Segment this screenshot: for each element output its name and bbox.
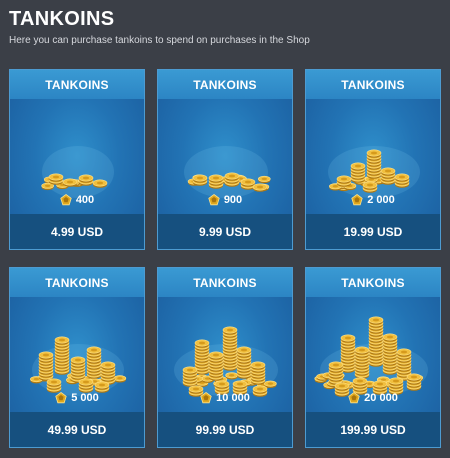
package-price[interactable]: 4.99 USD xyxy=(10,214,144,249)
package-card-900[interactable]: TANKOINS 900 9.99 USD xyxy=(157,69,293,250)
tankoin-icon xyxy=(60,194,72,206)
tankoin-icon xyxy=(351,194,363,206)
package-price[interactable]: 99.99 USD xyxy=(158,412,292,447)
page-header: TANKOINS Here you can purchase tankoins … xyxy=(9,8,441,47)
package-amount: 400 xyxy=(10,194,144,206)
package-card-400[interactable]: TANKOINS 400 4.99 USD xyxy=(9,69,145,250)
package-label: TANKOINS xyxy=(158,70,292,99)
package-amount: 10 000 xyxy=(158,392,292,404)
package-label: TANKOINS xyxy=(10,268,144,297)
package-price[interactable]: 19.99 USD xyxy=(306,214,440,249)
package-card-2000[interactable]: TANKOINS 2 000 19.99 USD xyxy=(305,69,441,250)
package-amount-value: 400 xyxy=(75,194,95,206)
package-card-10000[interactable]: TANKOINS 10 000 99.99 USD xyxy=(157,267,293,448)
package-amount: 2 000 xyxy=(306,194,440,206)
tankoin-icon xyxy=(55,392,67,404)
tankoin-packages-grid: TANKOINS 400 4.99 USD TANKOINS 900 9.99 … xyxy=(9,69,441,448)
package-price[interactable]: 9.99 USD xyxy=(158,214,292,249)
tankoin-icon xyxy=(348,392,360,404)
package-amount-value: 10 000 xyxy=(216,392,250,404)
tankoin-icon xyxy=(200,392,212,404)
package-amount: 900 xyxy=(158,194,292,206)
package-label: TANKOINS xyxy=(10,70,144,99)
package-amount-value: 2 000 xyxy=(367,194,395,206)
package-amount: 5 000 xyxy=(10,392,144,404)
package-label: TANKOINS xyxy=(306,268,440,297)
package-price[interactable]: 199.99 USD xyxy=(306,412,440,447)
package-card-20000[interactable]: TANKOINS 20 000 199.99 USD xyxy=(305,267,441,448)
tankoin-icon xyxy=(208,194,220,206)
package-amount-value: 900 xyxy=(223,194,243,206)
package-amount-value: 5 000 xyxy=(71,392,99,404)
page-subtitle: Here you can purchase tankoins to spend … xyxy=(9,35,310,46)
package-amount-value: 20 000 xyxy=(364,392,398,404)
package-amount: 20 000 xyxy=(306,392,440,404)
package-label: TANKOINS xyxy=(158,268,292,297)
package-card-5000[interactable]: TANKOINS 5 000 49.99 USD xyxy=(9,267,145,448)
page-title: TANKOINS xyxy=(9,8,115,30)
package-label: TANKOINS xyxy=(306,70,440,99)
package-price[interactable]: 49.99 USD xyxy=(10,412,144,447)
